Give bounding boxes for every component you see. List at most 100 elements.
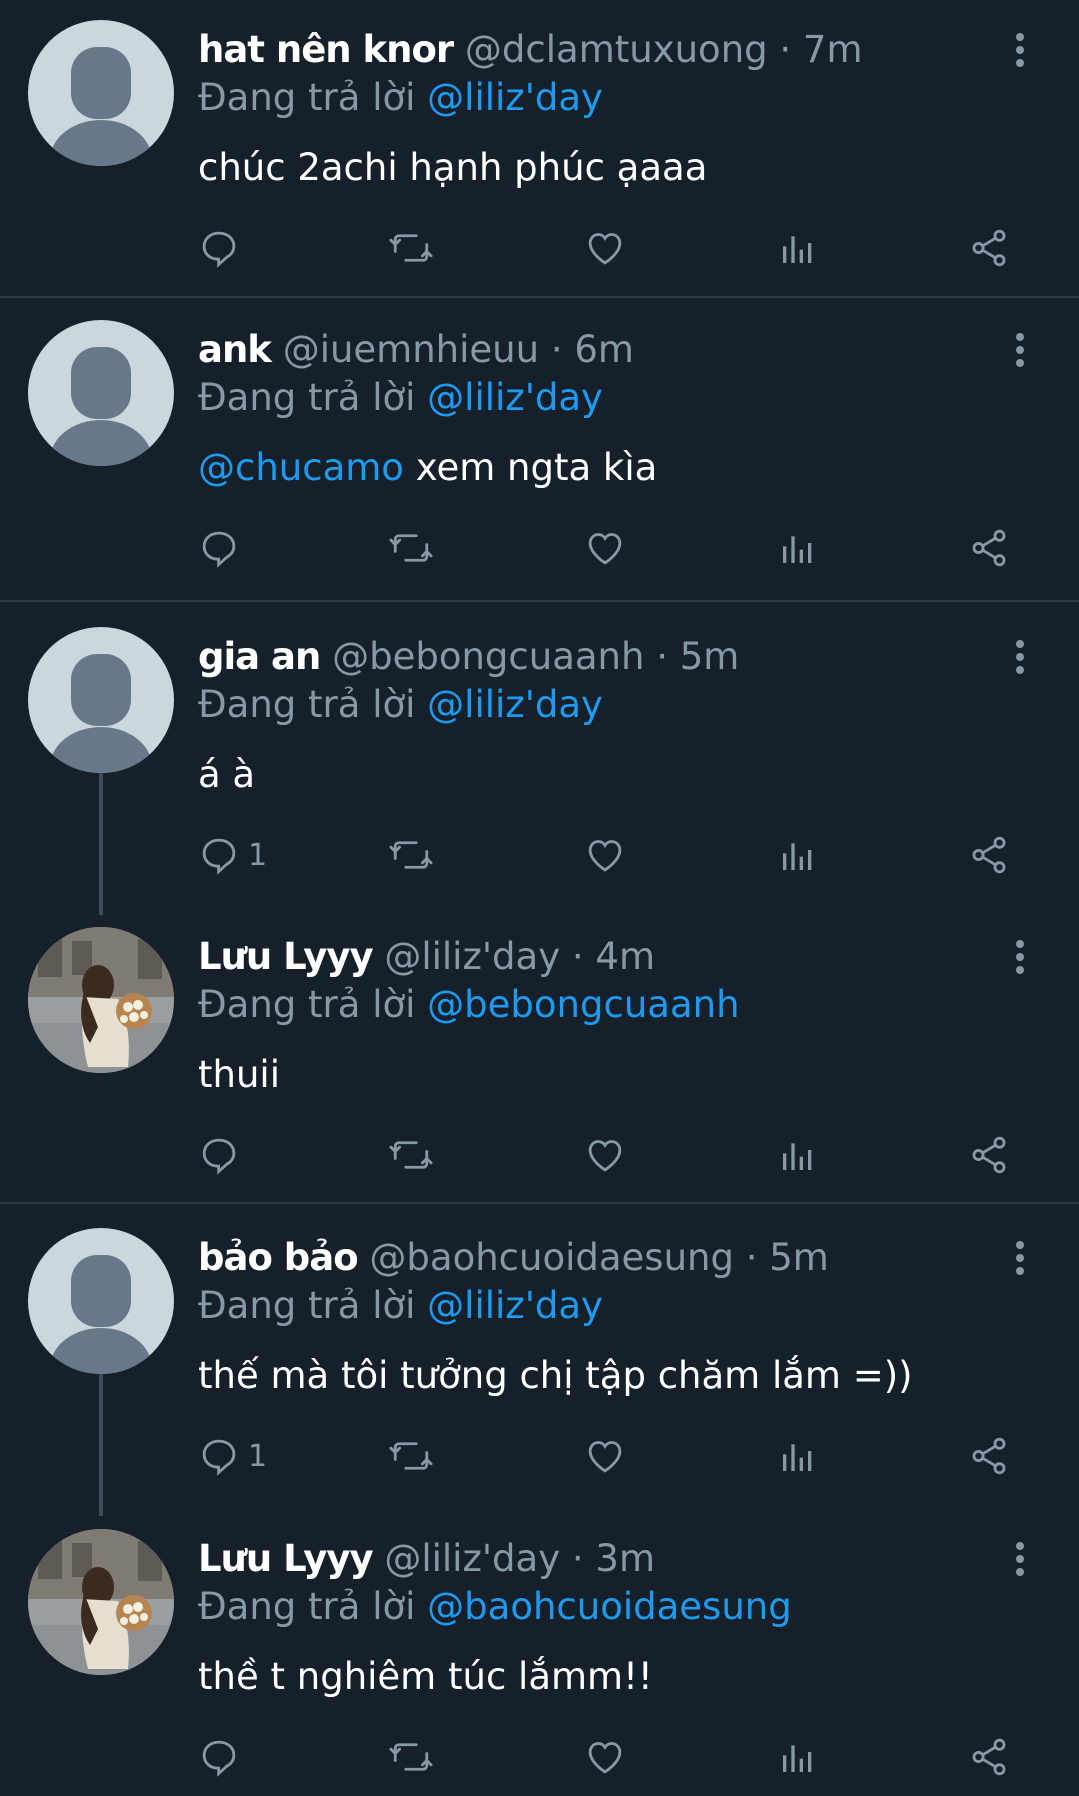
replying-to: Đang trả lời @liliz'day — [198, 1282, 603, 1330]
replying-to-mention[interactable]: @liliz'day — [427, 376, 603, 419]
handle[interactable]: @dclamtuxuong — [465, 28, 768, 71]
handle[interactable]: @baohcuoidaesung — [369, 1236, 734, 1279]
retweet-icon — [389, 841, 433, 869]
more-icon[interactable] — [1000, 1539, 1040, 1579]
retweet-button[interactable] — [388, 829, 434, 881]
handle[interactable]: @bebongcuaanh — [332, 635, 644, 678]
timestamp[interactable]: 7m — [803, 28, 863, 71]
avatar[interactable] — [28, 20, 174, 166]
display-name[interactable]: Lưu Lyyy — [198, 1537, 374, 1580]
replying-to-mention[interactable]: @liliz'day — [427, 1284, 603, 1327]
replying-to-mention[interactable]: @baohcuoidaesung — [427, 1585, 792, 1628]
text-mention[interactable]: @chucamo — [198, 446, 404, 489]
avatar[interactable] — [28, 927, 174, 1073]
tweet-header: bảo bảo @baohcuoidaesung · 5m — [198, 1234, 959, 1282]
tweet[interactable]: Lưu Lyyy @liliz'day · 3m Đang trả lời @b… — [0, 1509, 1079, 1796]
replying-to: Đang trả lời @liliz'day — [198, 681, 603, 729]
more-icon[interactable] — [1000, 637, 1040, 677]
share-button[interactable] — [968, 1430, 1010, 1482]
like-button[interactable] — [584, 522, 626, 574]
analytics-button[interactable] — [778, 1129, 818, 1181]
timestamp[interactable]: 3m — [595, 1537, 655, 1580]
more-icon[interactable] — [1000, 330, 1040, 370]
reply-button[interactable] — [198, 1129, 248, 1181]
like-button[interactable] — [584, 1129, 626, 1181]
text-body: xem ngta kìa — [403, 446, 658, 489]
like-button[interactable] — [584, 829, 626, 881]
analytics-button[interactable] — [778, 1430, 818, 1482]
reply-button[interactable] — [198, 1731, 248, 1783]
share-button[interactable] — [968, 1731, 1010, 1783]
more-icon[interactable] — [1000, 937, 1040, 977]
display-name[interactable]: hat nên knor — [198, 28, 454, 71]
display-name[interactable]: Lưu Lyyy — [198, 935, 374, 978]
analytics-button[interactable] — [778, 522, 818, 574]
tweet[interactable]: gia an @bebongcuaanh · 5m Đang trả lời @… — [0, 607, 1079, 915]
reply-icon — [202, 531, 236, 568]
replying-to-label: Đang trả lời — [198, 683, 416, 726]
like-icon — [588, 1441, 622, 1473]
replying-to: Đang trả lời @liliz'day — [198, 374, 603, 422]
separator-dot: · — [779, 28, 792, 71]
display-name[interactable]: gia an — [198, 635, 321, 678]
tweet[interactable]: Lưu Lyyy @liliz'day · 4m Đang trả lời @b… — [0, 907, 1079, 1207]
display-name[interactable]: ank — [198, 328, 272, 371]
like-button[interactable] — [584, 1731, 626, 1783]
separator-dot: · — [571, 1537, 584, 1580]
reply-icon — [202, 1439, 236, 1476]
handle[interactable]: @liliz'day — [384, 1537, 560, 1580]
retweet-button[interactable] — [388, 1430, 434, 1482]
analytics-button[interactable] — [778, 829, 818, 881]
display-name[interactable]: bảo bảo — [198, 1236, 359, 1279]
reply-button[interactable]: 1 — [198, 1430, 267, 1482]
timestamp[interactable]: 6m — [574, 328, 634, 371]
tweet-header: gia an @bebongcuaanh · 5m — [198, 633, 959, 681]
tweet-text: thề t nghiêm túc lắmm!! — [198, 1653, 653, 1701]
reply-icon — [202, 838, 236, 875]
action-bar: 1 — [198, 1430, 1028, 1482]
avatar[interactable] — [28, 1529, 174, 1675]
tweet[interactable]: bảo bảo @baohcuoidaesung · 5m Đang trả l… — [0, 1208, 1079, 1516]
retweet-button[interactable] — [388, 1731, 434, 1783]
tweet[interactable]: ank @iuemnhieuu · 6m Đang trả lời @liliz… — [0, 300, 1079, 600]
default-avatar-icon — [71, 347, 131, 419]
retweet-icon — [389, 1442, 433, 1470]
replying-to-mention[interactable]: @liliz'day — [427, 76, 603, 119]
share-button[interactable] — [968, 1129, 1010, 1181]
like-button[interactable] — [584, 222, 626, 274]
timestamp[interactable]: 5m — [769, 1236, 829, 1279]
share-icon — [972, 1738, 1006, 1776]
like-button[interactable] — [584, 1430, 626, 1482]
replying-to-mention[interactable]: @bebongcuaanh — [427, 983, 739, 1026]
avatar[interactable] — [28, 320, 174, 466]
retweet-button[interactable] — [388, 522, 434, 574]
share-button[interactable] — [968, 522, 1010, 574]
share-button[interactable] — [968, 829, 1010, 881]
handle[interactable]: @liliz'day — [384, 935, 560, 978]
retweet-button[interactable] — [388, 222, 434, 274]
retweet-button[interactable] — [388, 1129, 434, 1181]
more-icon[interactable] — [1000, 1238, 1040, 1278]
avatar[interactable] — [28, 627, 174, 773]
replying-to-mention[interactable]: @liliz'day — [427, 683, 603, 726]
analytics-icon — [783, 536, 812, 563]
analytics-button[interactable] — [778, 222, 818, 274]
text-body: thề t nghiêm túc lắmm!! — [198, 1655, 653, 1698]
timestamp[interactable]: 4m — [595, 935, 655, 978]
avatar[interactable] — [28, 1228, 174, 1374]
share-button[interactable] — [968, 222, 1010, 274]
reply-button[interactable] — [198, 522, 248, 574]
replying-to-label: Đang trả lời — [198, 983, 416, 1026]
tweet-text: chúc 2achi hạnh phúc ạaaa — [198, 144, 707, 192]
handle[interactable]: @iuemnhieuu — [283, 328, 539, 371]
retweet-icon — [389, 1141, 433, 1169]
text-body: chúc 2achi hạnh phúc ạaaa — [198, 146, 708, 189]
text-body: thế mà tôi tưởng chị tập chăm lắm =)) — [198, 1354, 913, 1397]
reply-button[interactable]: 1 — [198, 829, 267, 881]
analytics-button[interactable] — [778, 1731, 818, 1783]
more-icon[interactable] — [1000, 30, 1040, 70]
tweet[interactable]: hat nên knor @dclamtuxuong · 7m Đang trả… — [0, 0, 1079, 300]
tweet-text: á à — [198, 751, 255, 799]
reply-button[interactable] — [198, 222, 248, 274]
timestamp[interactable]: 5m — [680, 635, 740, 678]
